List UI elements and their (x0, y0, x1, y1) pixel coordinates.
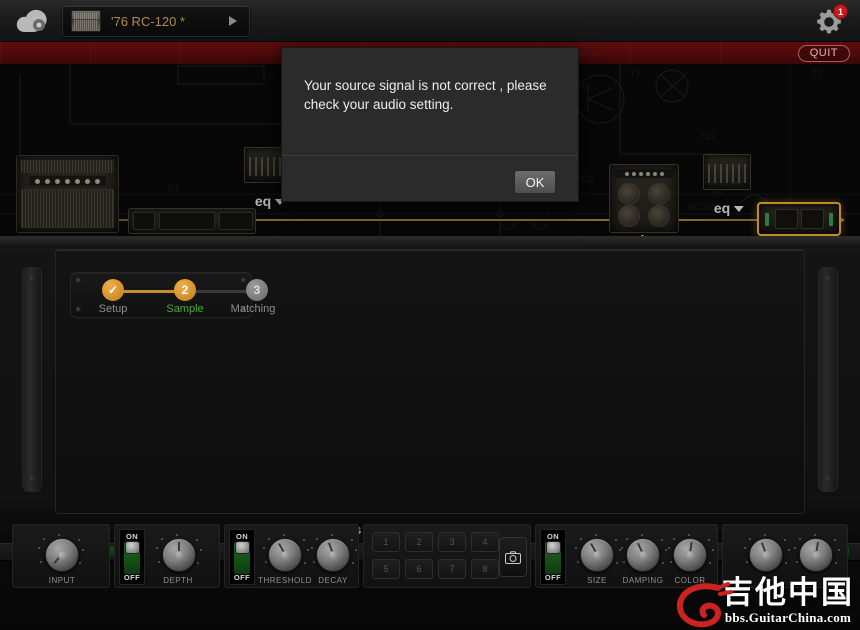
dialog-message: Your source signal is not correct , plea… (304, 76, 558, 114)
dialog-body: Your source signal is not correct , plea… (282, 48, 578, 155)
alert-dialog: Your source signal is not correct , plea… (281, 47, 579, 202)
app-window: T1T2 R112x BC556C C1R1 T10T12 BR25 R31A … (0, 0, 860, 630)
dialog-footer: OK (282, 156, 578, 201)
ok-button[interactable]: OK (514, 170, 556, 194)
modal-overlay: Your source signal is not correct , plea… (0, 0, 860, 630)
